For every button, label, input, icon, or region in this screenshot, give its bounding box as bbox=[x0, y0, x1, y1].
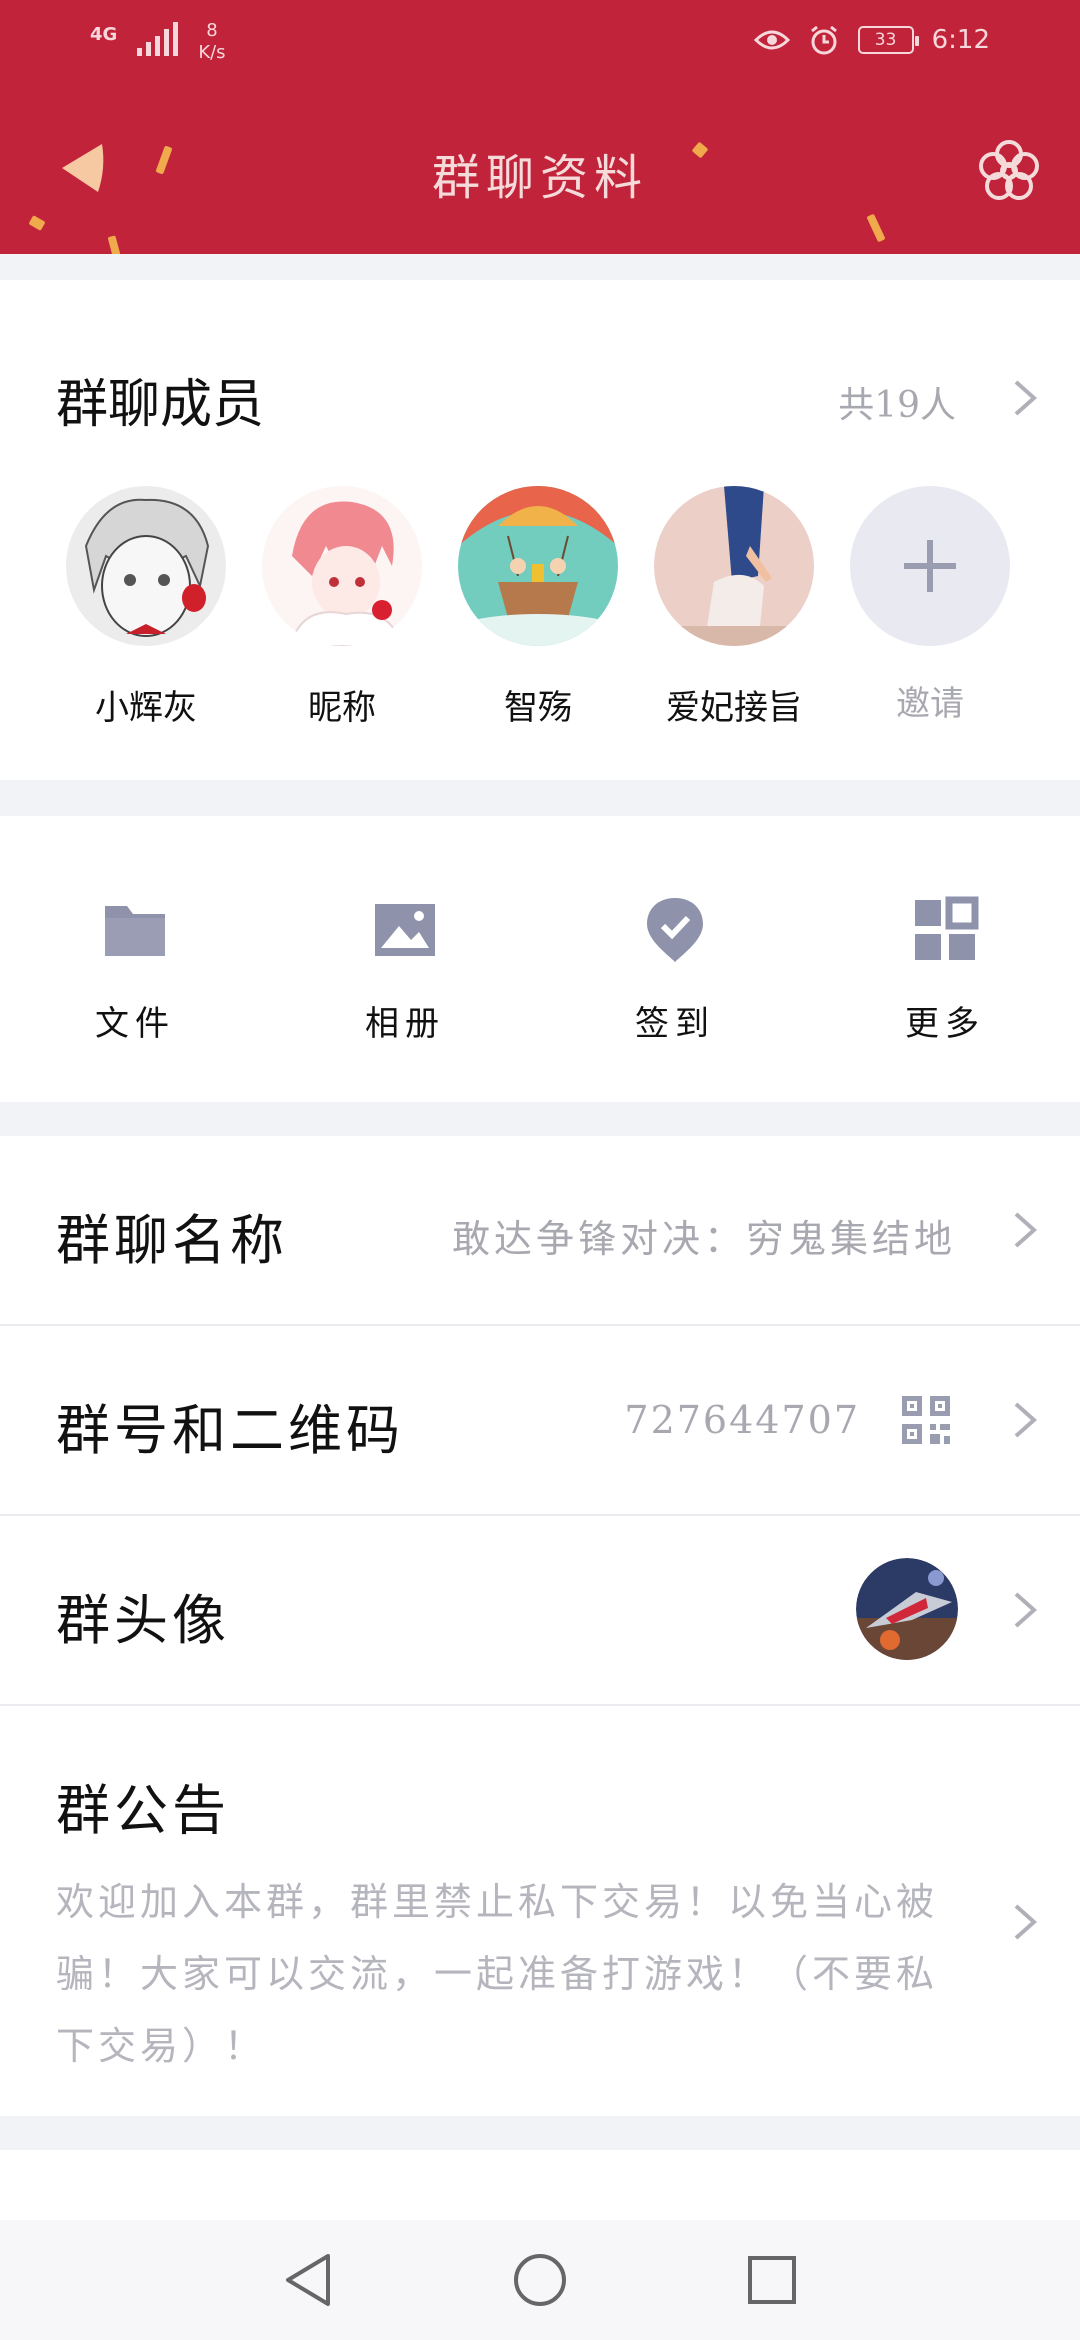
member-name: 爱妃接旨 bbox=[666, 688, 802, 728]
status-bar: 4G 8 K/s 33 6:12 bbox=[0, 0, 1080, 86]
members-title: 群聊成员 bbox=[56, 375, 265, 435]
group-name-row[interactable]: 群聊名称 敢达争锋对决：穷鬼集结地 bbox=[0, 1136, 1080, 1324]
group-avatar-row[interactable]: 群头像 bbox=[0, 1516, 1080, 1704]
member-item[interactable]: 小辉灰 bbox=[66, 486, 226, 729]
member-item[interactable]: 昵称 bbox=[262, 486, 422, 729]
group-notice-text: 欢迎加入本群，群里禁止私下交易！以免当心被骗！大家可以交流，一起准备打游戏！（不… bbox=[56, 1880, 939, 2068]
page-title: 群聊资料 bbox=[431, 150, 648, 206]
qr-code-icon bbox=[902, 1396, 950, 1444]
avatar bbox=[262, 486, 422, 647]
tool-label: 更多 bbox=[905, 1004, 985, 1044]
member-avatars: 小辉灰 昵称 智殇 爱妃接旨 邀请 bbox=[66, 486, 1010, 729]
grid-more-icon bbox=[915, 896, 979, 960]
settings-section: 群聊名称 敢达争锋对决：穷鬼集结地 群号和二维码 727644707 群头像 群… bbox=[0, 1136, 1080, 2116]
group-id-row[interactable]: 群号和二维码 727644707 bbox=[0, 1326, 1080, 1514]
battery-icon: 33 bbox=[857, 26, 919, 54]
members-section: 群聊成员 共19人 小辉灰 昵称 智殇 爱妃接旨 邀请 bbox=[0, 280, 1080, 780]
tool-label: 文件 bbox=[95, 1004, 175, 1044]
invite-circle[interactable] bbox=[850, 486, 1010, 646]
chevron-right-icon[interactable] bbox=[1010, 378, 1040, 418]
network-speed: 8 K/s bbox=[198, 20, 226, 63]
member-name: 智殇 bbox=[504, 688, 572, 728]
avatar bbox=[654, 486, 814, 646]
invite-button[interactable]: 邀请 bbox=[850, 486, 1010, 729]
album-button[interactable]: 相册 bbox=[270, 816, 540, 1102]
group-id-label: 群号和二维码 bbox=[56, 1399, 404, 1462]
more-button[interactable]: 更多 bbox=[810, 816, 1080, 1102]
member-name: 昵称 bbox=[308, 688, 376, 728]
tools-section: 文件 相册 签到 更多 bbox=[0, 816, 1080, 1102]
confetti-decoration bbox=[107, 235, 121, 254]
group-id-value: 727644707 bbox=[624, 1398, 860, 1442]
chevron-right-icon bbox=[1014, 1592, 1038, 1628]
check-in-icon bbox=[647, 898, 703, 962]
chevron-right-icon bbox=[1014, 1212, 1038, 1248]
folder-icon bbox=[105, 906, 165, 956]
group-name-label: 群聊名称 bbox=[56, 1209, 288, 1272]
chevron-right-icon bbox=[1014, 1904, 1038, 1940]
group-notice-row[interactable]: 群公告 欢迎加入本群，群里禁止私下交易！以免当心被骗！大家可以交流，一起准备打游… bbox=[0, 1706, 1080, 2116]
group-notice-label: 群公告 bbox=[56, 1779, 230, 1842]
checkin-button[interactable]: 签到 bbox=[540, 816, 810, 1102]
nav-home-button[interactable] bbox=[510, 2250, 570, 2310]
signal-icon bbox=[137, 20, 179, 56]
image-icon bbox=[375, 904, 435, 956]
tool-label: 签到 bbox=[635, 1004, 715, 1044]
member-name: 小辉灰 bbox=[95, 688, 197, 728]
member-item[interactable]: 智殇 bbox=[448, 486, 628, 729]
nav-recents-button[interactable] bbox=[742, 2250, 802, 2310]
group-avatar-image bbox=[856, 1558, 958, 1660]
avatar bbox=[66, 486, 226, 646]
nav-back-button[interactable] bbox=[278, 2250, 338, 2310]
avatar bbox=[448, 486, 628, 654]
header: 4G 8 K/s 33 6:12 群聊资料 bbox=[0, 0, 1080, 254]
tool-label: 相册 bbox=[365, 1004, 445, 1044]
navigation-bar bbox=[0, 2220, 1080, 2340]
confetti-decoration bbox=[866, 213, 886, 243]
member-item[interactable]: 爱妃接旨 bbox=[654, 486, 814, 729]
plus-icon bbox=[904, 540, 956, 592]
chevron-right-icon bbox=[1014, 1402, 1038, 1438]
group-name-value: 敢达争锋对决：穷鬼集结地 bbox=[451, 1217, 956, 1261]
files-button[interactable]: 文件 bbox=[0, 816, 270, 1102]
network-type: 4G bbox=[90, 24, 118, 45]
alarm-icon bbox=[810, 25, 837, 55]
eye-icon bbox=[753, 30, 790, 50]
invite-label: 邀请 bbox=[896, 684, 964, 724]
confetti-decoration bbox=[28, 215, 46, 231]
flower-menu-button[interactable] bbox=[976, 138, 1042, 204]
group-avatar-label: 群头像 bbox=[56, 1589, 230, 1652]
clock: 6:12 bbox=[931, 25, 990, 55]
member-count[interactable]: 共19人 bbox=[838, 376, 956, 428]
